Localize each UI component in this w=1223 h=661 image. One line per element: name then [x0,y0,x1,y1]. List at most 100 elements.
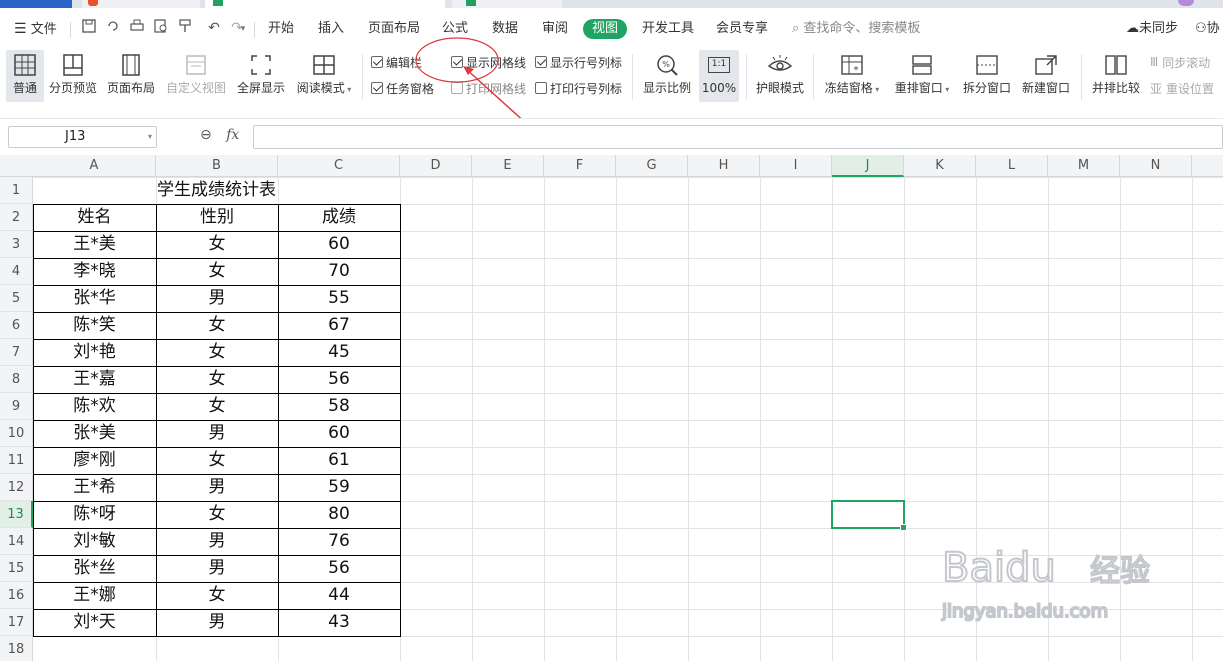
column-header-n[interactable]: N [1120,155,1192,177]
column-header-e[interactable]: E [472,155,544,177]
tab-formula[interactable]: 公式 [442,20,468,38]
table-cell[interactable]: 55 [278,285,400,312]
column-header-k[interactable]: K [904,155,976,177]
eye-protection-button[interactable]: 护眼模式 [753,50,807,102]
spreadsheet-grid[interactable]: ABCDEFGHIJKLMN 1 2 3 4 5 6 7 8 9 10 11 12 13 14 15 16 17… [0,155,1223,661]
table-cell[interactable]: 女 [156,447,278,474]
table-cell[interactable]: 张*美 [33,420,156,447]
table-cell[interactable]: 56 [278,555,400,582]
tab-start[interactable]: 开始 [268,20,294,38]
table-cell[interactable]: 王*嘉 [33,366,156,393]
table-cell[interactable]: 76 [278,528,400,555]
page-break-preview-button[interactable]: 分页预览 [48,50,98,102]
tab-developer[interactable]: 开发工具 [642,20,694,38]
quick-access-dropdown-icon[interactable]: ▾ [234,20,252,38]
table-cell[interactable]: 60 [278,231,400,258]
row-header-17[interactable]: 17 [0,609,33,636]
name-box[interactable]: J13 ▾ [8,126,157,148]
user-avatar[interactable] [1178,0,1194,6]
table-cell[interactable]: 刘*敏 [33,528,156,555]
active-cell-j13[interactable] [831,500,907,531]
zoom-button[interactable]: % 显示比例 [640,50,694,102]
table-cell[interactable]: 男 [156,420,278,447]
tab-insert[interactable]: 插入 [318,20,344,38]
format-painter-icon[interactable] [176,19,194,37]
column-header-c[interactable]: C [278,155,400,177]
compare-side-by-side-button[interactable]: 并排比较 [1089,50,1143,102]
file-menu[interactable]: ☰ 文件 [14,20,57,38]
table-cell[interactable]: 女 [156,312,278,339]
command-search[interactable]: ⌕ 查找命令、搜索模板 [792,20,920,38]
column-header-i[interactable]: I [760,155,832,177]
row-header-18[interactable]: 18 [0,636,33,661]
tab-view[interactable]: 视图 [583,19,628,39]
row-header-4[interactable]: 4 [0,258,33,285]
sync-scroll-button[interactable]: Ⅲ 同步滚动 [1150,54,1210,70]
zoom-100-button[interactable]: 1:1 100% [699,50,739,102]
table-cell[interactable]: 张*丝 [33,555,156,582]
table-cell[interactable]: 陈*欢 [33,393,156,420]
new-window-button[interactable]: 新建窗口 [1019,50,1073,102]
table-cell[interactable]: 女 [156,393,278,420]
sync-status[interactable]: ☁未同步 [1126,20,1178,38]
show-headings-checkbox[interactable]: 显示行号列标 [535,54,622,70]
fx-icon[interactable]: fx [226,127,239,143]
row-header-9[interactable]: 9 [0,393,33,420]
table-cell[interactable]: 张*华 [33,285,156,312]
table-cell[interactable]: 44 [278,582,400,609]
row-header-3[interactable]: 3 [0,231,33,258]
row-header-7[interactable]: 7 [0,339,33,366]
table-cell[interactable]: 李*晓 [33,258,156,285]
table-cell[interactable]: 刘*天 [33,609,156,636]
column-header-h[interactable]: H [688,155,760,177]
table-cell[interactable]: 56 [278,366,400,393]
table-cell[interactable]: 陈*呀 [33,501,156,528]
table-cell[interactable]: 廖*刚 [33,447,156,474]
table-cell[interactable]: 59 [278,474,400,501]
table-cell[interactable]: 刘*艳 [33,339,156,366]
cloud-save-icon[interactable] [104,19,122,37]
table-cell[interactable]: 男 [156,528,278,555]
row-header-15[interactable]: 15 [0,555,33,582]
app-tab[interactable] [0,0,72,8]
table-cell[interactable]: 61 [278,447,400,474]
reading-mode-button[interactable]: 阅读模式 ▾ [294,50,354,102]
table-cell[interactable]: 男 [156,609,278,636]
table-cell[interactable]: 67 [278,312,400,339]
document-tab[interactable] [82,0,200,8]
column-header-a[interactable]: A [33,155,156,177]
table-cell[interactable]: 女 [156,339,278,366]
table-cell[interactable]: 女 [156,366,278,393]
active-workbook-tab[interactable] [205,0,445,8]
column-header-g[interactable]: G [616,155,688,177]
zoom-search-icon[interactable]: ⊖ [200,127,212,143]
table-cell[interactable]: 王*美 [33,231,156,258]
tab-review[interactable]: 审阅 [542,20,568,38]
table-cell[interactable]: 王*希 [33,474,156,501]
row-header-1[interactable]: 1 [0,177,33,204]
save-icon[interactable] [80,19,98,37]
tab-member[interactable]: 会员专享 [716,20,768,38]
row-header-11[interactable]: 11 [0,447,33,474]
table-cell[interactable]: 男 [156,285,278,312]
arrange-windows-button[interactable]: 重排窗口 ▾ [891,50,953,102]
table-cell[interactable]: 60 [278,420,400,447]
table-cell[interactable]: 43 [278,609,400,636]
custom-view-button[interactable]: 自定义视图 [164,50,228,102]
tab-data[interactable]: 数据 [492,20,518,38]
column-header-b[interactable]: B [156,155,278,177]
table-cell[interactable]: 男 [156,555,278,582]
fullscreen-button[interactable]: 全屏显示 [236,50,286,102]
table-cell[interactable]: 陈*笑 [33,312,156,339]
reset-position-button[interactable]: 亚重设位置 [1150,80,1214,96]
table-cell[interactable]: 女 [156,231,278,258]
column-header-l[interactable]: L [976,155,1048,177]
page-layout-view-button[interactable]: 页面布局 [106,50,156,102]
print-preview-icon[interactable] [152,19,170,37]
table-cell[interactable]: 男 [156,474,278,501]
table-cell[interactable]: 王*娜 [33,582,156,609]
undo-icon[interactable]: ↶ [205,19,223,37]
split-window-button[interactable]: 拆分窗口 [961,50,1013,102]
row-header-16[interactable]: 16 [0,582,33,609]
table-cell[interactable]: 女 [156,258,278,285]
